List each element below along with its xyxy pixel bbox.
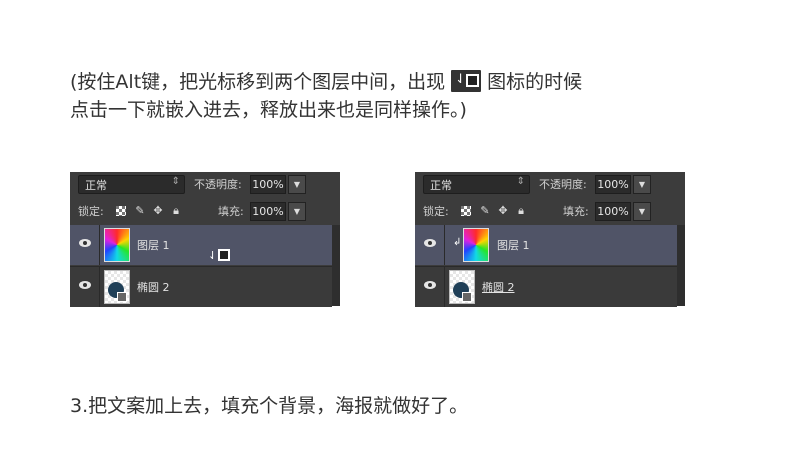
fill-dropdown-button[interactable]: ▼ [633, 202, 651, 221]
lock-transparent-pixels-icon[interactable] [461, 206, 471, 216]
instruction-text-1b: 图标的时候 [487, 71, 583, 93]
visibility-eye-icon[interactable] [79, 239, 91, 247]
layer-name: 椭圆 2 [137, 281, 170, 294]
row-divider [444, 225, 445, 265]
layer-row[interactable]: 图层 1 ⇃ [70, 225, 332, 265]
layer-list: ↲ 图层 1 椭圆 2 [415, 225, 677, 307]
layer-row[interactable]: 椭圆 2 [415, 266, 677, 307]
layer-thumbnail [463, 228, 489, 262]
clipping-mask-arrow-icon: ↲ [453, 237, 462, 248]
visibility-eye-icon[interactable] [424, 281, 436, 289]
lock-row: 锁定: ✎ ✥ 🔒︎ 填充: 100% ▼ [415, 199, 685, 225]
layers-scrollbar[interactable] [677, 225, 685, 306]
blend-mode-value: 正常 [430, 179, 452, 192]
instruction-line-1: (按住Alt键，把光标移到两个图层中间，出现 ⇃ 图标的时候 [70, 68, 582, 96]
blend-mode-arrows-icon: ⇕ [516, 176, 525, 187]
row-divider [99, 267, 100, 307]
instruction-line-2: 点击一下就嵌入进去，释放出来也是同样操作。) [70, 99, 467, 121]
layer-name: 图层 1 [137, 239, 170, 252]
lock-all-padlock-icon[interactable]: 🔒︎ [170, 205, 182, 217]
step3-text: 3.把文案加上去，填充个背景，海报就做好了。 [70, 395, 469, 417]
layer-thumbnail [104, 270, 130, 304]
layer-name: 图层 1 [497, 239, 530, 252]
fill-label: 填充: [218, 205, 244, 218]
layer-name: 椭圆 2 [482, 281, 515, 294]
layer-thumbnail [104, 228, 130, 262]
opacity-dropdown-button[interactable]: ▼ [633, 175, 651, 194]
layer-row[interactable]: ↲ 图层 1 [415, 225, 677, 265]
lock-image-pixels-brush-icon[interactable]: ✎ [479, 205, 491, 217]
opacity-label: 不透明度: [539, 178, 587, 191]
clip-cursor-icon: ⇃ [451, 70, 482, 92]
lock-row: 锁定: ✎ ✥ 🔒︎ 填充: 100% ▼ [70, 199, 340, 225]
layers-panel-after: 正常 ⇕ 不透明度: 100% ▼ 锁定: ✎ ✥ 🔒︎ 填充: 100% ▼ … [415, 172, 685, 307]
visibility-eye-icon[interactable] [79, 281, 91, 289]
lock-all-padlock-icon[interactable]: 🔒︎ [515, 205, 527, 217]
layers-panel-before: 正常 ⇕ 不透明度: 100% ▼ 锁定: ✎ ✥ 🔒︎ 填充: 100% ▼ … [70, 172, 340, 307]
clip-cursor-icon: ⇃ [208, 249, 230, 265]
lock-image-pixels-brush-icon[interactable]: ✎ [134, 205, 146, 217]
row-divider [444, 267, 445, 307]
lock-label: 锁定: [78, 205, 104, 218]
lock-position-move-icon[interactable]: ✥ [152, 205, 164, 217]
layer-list: 图层 1 ⇃ 椭圆 2 [70, 225, 332, 307]
lock-position-move-icon[interactable]: ✥ [497, 205, 509, 217]
row-divider [99, 225, 100, 265]
opacity-dropdown-button[interactable]: ▼ [288, 175, 306, 194]
blend-mode-arrows-icon: ⇕ [171, 176, 180, 187]
opacity-input[interactable]: 100% [595, 175, 631, 194]
fill-input[interactable]: 100% [595, 202, 631, 221]
layer-row[interactable]: 椭圆 2 [70, 266, 332, 307]
blend-mode-select[interactable]: 正常 ⇕ [78, 175, 185, 194]
blend-row: 正常 ⇕ 不透明度: 100% ▼ [415, 172, 685, 198]
lock-label: 锁定: [423, 205, 449, 218]
lock-transparent-pixels-icon[interactable] [116, 206, 126, 216]
layer-thumbnail [449, 270, 475, 304]
opacity-input[interactable]: 100% [250, 175, 286, 194]
fill-dropdown-button[interactable]: ▼ [288, 202, 306, 221]
instruction-text-1a: (按住Alt键，把光标移到两个图层中间，出现 [70, 71, 446, 93]
blend-mode-select[interactable]: 正常 ⇕ [423, 175, 530, 194]
blend-mode-value: 正常 [85, 179, 107, 192]
instruction-paragraph: (按住Alt键，把光标移到两个图层中间，出现 ⇃ 图标的时候 点击一下就嵌入进去，释… [70, 68, 582, 124]
blend-row: 正常 ⇕ 不透明度: 100% ▼ [70, 172, 340, 198]
fill-label: 填充: [563, 205, 589, 218]
opacity-label: 不透明度: [194, 178, 242, 191]
visibility-eye-icon[interactable] [424, 239, 436, 247]
layers-scrollbar[interactable] [332, 225, 340, 306]
fill-input[interactable]: 100% [250, 202, 286, 221]
